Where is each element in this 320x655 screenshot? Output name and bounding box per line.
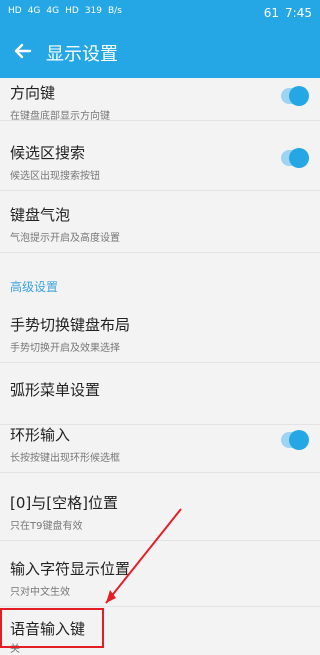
signal-hd-2: HD	[65, 6, 79, 16]
settings-list: 方向键 在键盘底部显示方向键 候选区搜索 候选区出现搜索按钮 键盘气泡 气泡提示…	[0, 78, 320, 655]
app-bar: 显示设置	[0, 28, 320, 78]
back-arrow-icon[interactable]	[10, 39, 34, 63]
status-left: HD 4G 4G HD 319 B/s	[8, 6, 122, 16]
status-right: 61 7:45	[264, 6, 312, 20]
annotation-arrow-icon	[105, 508, 182, 604]
signal-4g-2: 4G	[46, 6, 60, 16]
signal-hd-1: HD	[8, 6, 22, 16]
network-speed: 319	[84, 6, 102, 16]
network-speed-unit: B/s	[108, 6, 122, 16]
signal-4g-1: 4G	[27, 6, 41, 16]
page-title: 显示设置	[46, 44, 118, 65]
battery-level: 61	[263, 6, 280, 20]
status-time: 7:45	[285, 6, 312, 20]
status-bar: HD 4G 4G HD 319 B/s 61 7:45	[0, 0, 320, 28]
